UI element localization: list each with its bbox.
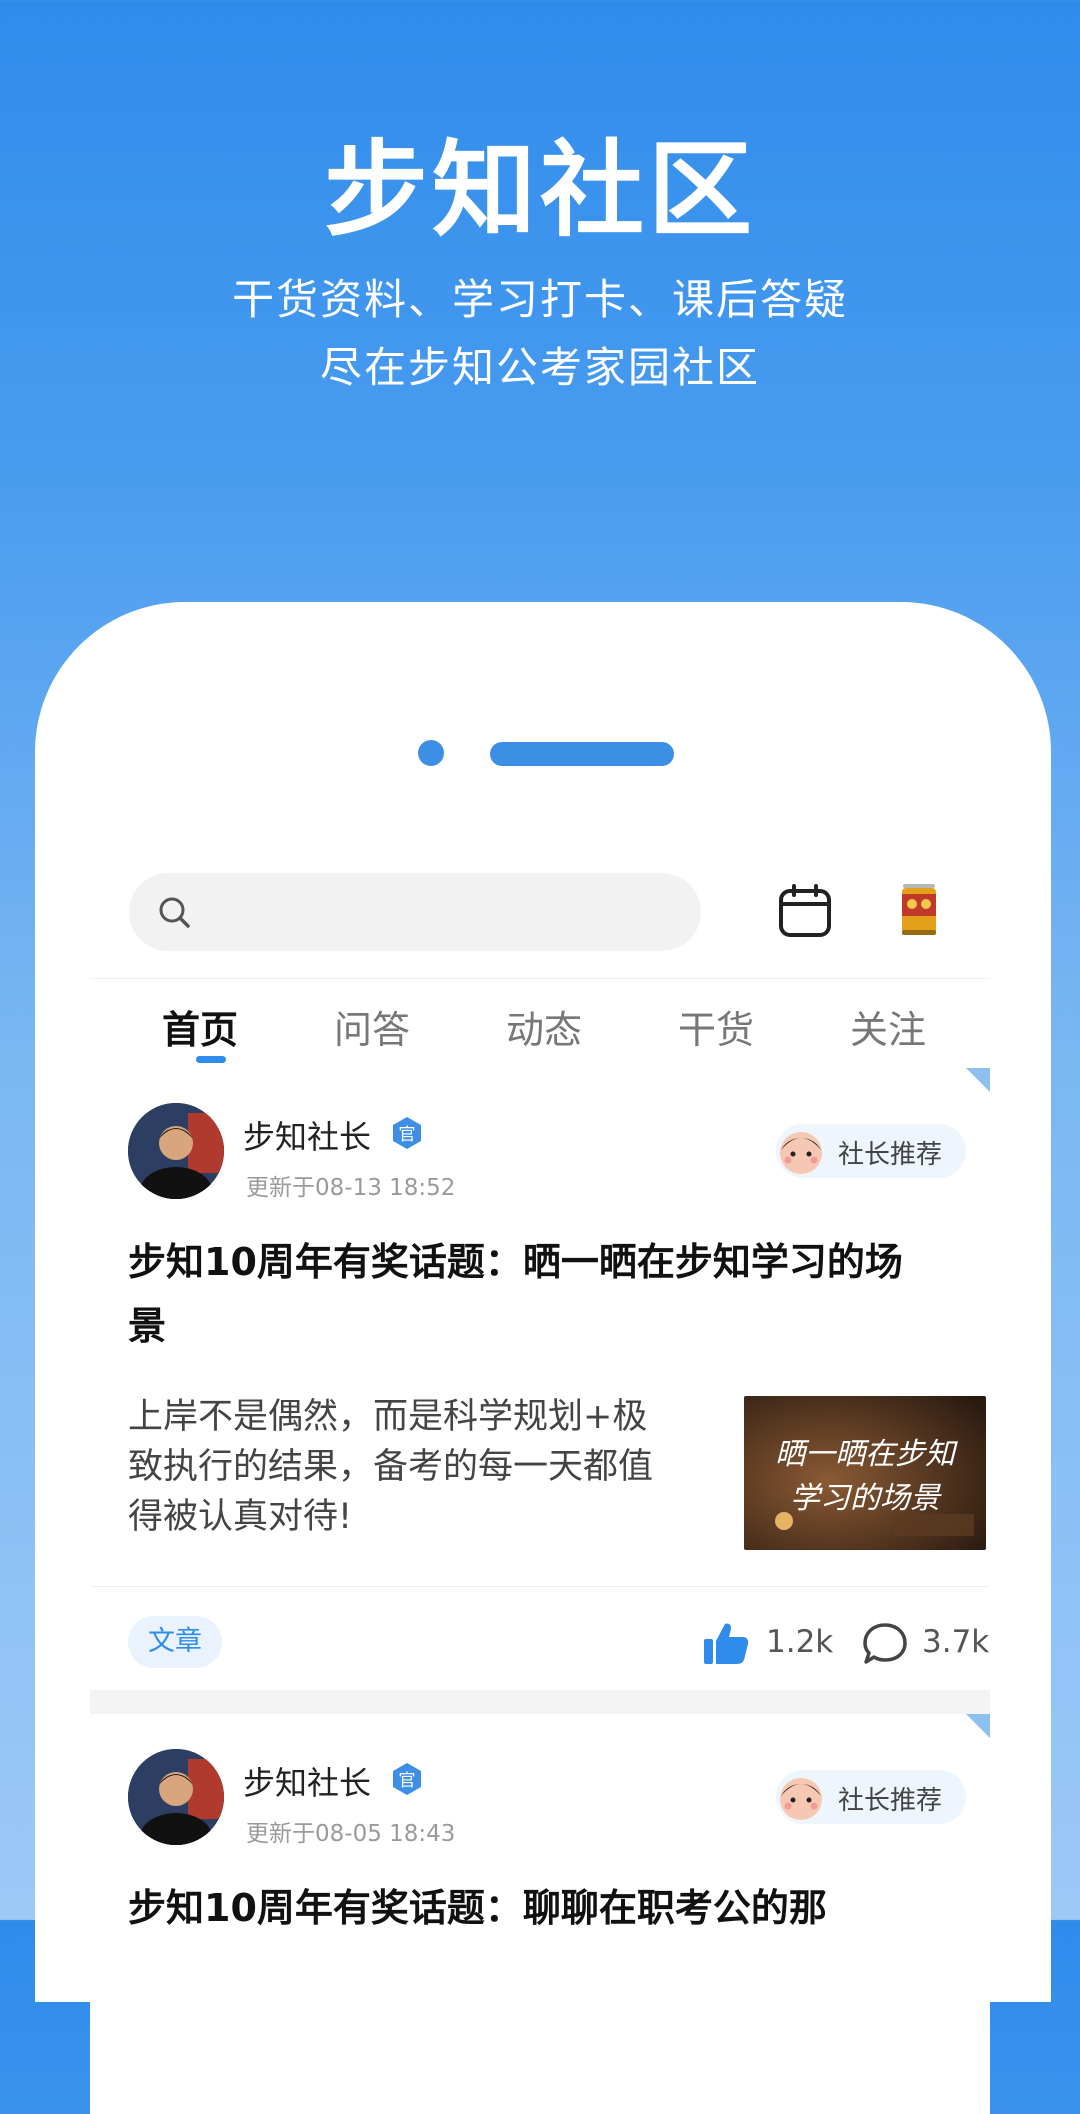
post-type-tag[interactable]: 文章 <box>128 1616 222 1668</box>
thumbs-up-icon[interactable] <box>702 1620 750 1666</box>
svg-text:官: 官 <box>399 1771 416 1791</box>
phone-frame: 首页 问答 动态 干货 关注 步知社长 官 更新于08-13 18:52 社长推… <box>35 602 1051 2114</box>
post-card[interactable]: 步知社长 官 更新于08-05 18:43 社长推荐 步知10周年有奖话题：聊聊… <box>90 1714 990 2114</box>
calendar-icon[interactable] <box>777 883 833 939</box>
hero-title: 步知社区 <box>323 129 756 251</box>
corner-marker <box>966 1714 990 1738</box>
corner-marker <box>966 1068 990 1092</box>
official-badge-icon: 官 <box>393 1117 421 1149</box>
hero-subtitle-line1: 干货资料、学习打卡、课后答疑 <box>231 275 848 324</box>
face-icon <box>780 1132 822 1174</box>
author-name[interactable]: 步知社长 <box>243 1758 371 1804</box>
post-excerpt[interactable]: 上岸不是偶然，而是科学规划+极致执行的结果，备考的每一天都值得被认真对待! <box>128 1392 668 1542</box>
update-time: 更新于08-13 18:52 <box>246 1175 456 1201</box>
search-icon <box>159 897 190 928</box>
update-time: 更新于08-05 18:43 <box>246 1821 456 1847</box>
carousel-dot[interactable] <box>418 740 444 766</box>
post-feed: 步知社长 官 更新于08-13 18:52 社长推荐 步知10周年有奖话题：晒一… <box>90 1068 990 2114</box>
post-title[interactable]: 步知10周年有奖话题：晒一晒在步知学习的场景 <box>128 1230 928 1358</box>
author-name[interactable]: 步知社长 <box>243 1112 371 1158</box>
face-icon <box>780 1778 822 1820</box>
official-badge-icon: 官 <box>393 1763 421 1795</box>
carousel-active-indicator[interactable] <box>490 742 674 766</box>
svg-text:官: 官 <box>399 1125 416 1145</box>
divider <box>90 1586 990 1587</box>
badge-label: 社长推荐 <box>838 1140 943 1170</box>
editor-pick-badge: 社长推荐 <box>776 1124 966 1178</box>
tab-feed[interactable]: 动态 <box>458 999 630 1054</box>
tab-home[interactable]: 首页 <box>114 999 286 1054</box>
like-count: 1.2k <box>766 1624 834 1660</box>
tab-following[interactable]: 关注 <box>802 999 974 1054</box>
thumbnail-text-line1: 晒一晒在步知 <box>775 1437 958 1472</box>
search-bar[interactable] <box>129 873 701 951</box>
editor-pick-badge: 社长推荐 <box>776 1770 966 1824</box>
comment-icon[interactable] <box>862 1622 908 1666</box>
post-card[interactable]: 步知社长 官 更新于08-13 18:52 社长推荐 步知10周年有奖话题：晒一… <box>90 1068 990 1690</box>
badge-label: 社长推荐 <box>838 1786 943 1816</box>
thumbnail-text-line2: 学习的场景 <box>790 1481 942 1516</box>
post-title[interactable]: 步知10周年有奖话题：聊聊在职考公的那 <box>128 1876 928 1940</box>
tab-resources[interactable]: 干货 <box>630 999 802 1054</box>
hero-subtitle-line2: 尽在步知公考家园社区 <box>319 343 760 392</box>
post-thumbnail[interactable]: 晒一晒在步知 学习的场景 <box>744 1396 986 1550</box>
tab-qa[interactable]: 问答 <box>286 999 458 1054</box>
avatar[interactable] <box>128 1103 224 1199</box>
tab-active-underline <box>196 1056 226 1063</box>
tab-bar: 首页 问答 动态 干货 关注 <box>90 978 990 1069</box>
avatar[interactable] <box>128 1749 224 1845</box>
comment-count: 3.7k <box>922 1624 990 1660</box>
energy-drink-can-icon[interactable] <box>899 882 939 938</box>
